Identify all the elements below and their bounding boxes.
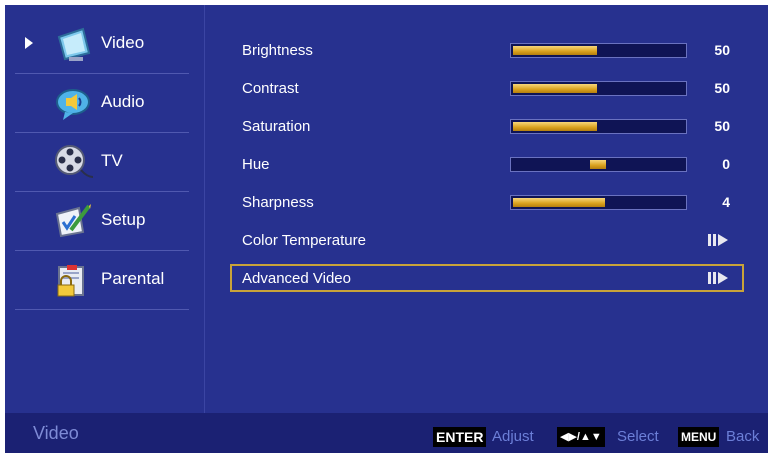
setting-label: Advanced Video bbox=[242, 270, 351, 287]
sidebar-item-label: Setup bbox=[101, 210, 146, 229]
menu-key-badge: MENU bbox=[678, 427, 720, 447]
sidebar-item-label: TV bbox=[101, 151, 123, 170]
submenu-arrow-icon bbox=[708, 234, 728, 246]
slider-fill bbox=[513, 46, 597, 55]
setting-value: 4 bbox=[722, 194, 730, 210]
setting-row-color-temperature[interactable]: Color Temperature bbox=[230, 226, 744, 254]
slider-fill bbox=[513, 84, 597, 93]
sidebar: Video Audio TV Setup Parental bbox=[5, 5, 205, 413]
setting-label: Contrast bbox=[242, 80, 299, 97]
audio-icon bbox=[56, 89, 90, 120]
setting-value: 50 bbox=[714, 118, 730, 134]
setting-label: Saturation bbox=[242, 118, 311, 135]
setting-row-sharpness[interactable]: Sharpness 4 bbox=[230, 188, 744, 216]
contrast-slider[interactable] bbox=[510, 81, 687, 96]
brightness-slider[interactable] bbox=[510, 43, 687, 58]
setting-label: Hue bbox=[242, 156, 270, 173]
setting-row-saturation[interactable]: Saturation 50 bbox=[230, 112, 744, 140]
hue-slider[interactable] bbox=[510, 157, 687, 172]
video-icon bbox=[57, 27, 91, 61]
navigation-keys-badge: ◀▶/▲▼ bbox=[557, 427, 605, 447]
sidebar-item-setup[interactable]: Setup bbox=[15, 192, 189, 251]
slider-fill bbox=[513, 198, 605, 207]
tv-reel-icon bbox=[55, 145, 93, 178]
sidebar-item-label: Parental bbox=[101, 269, 165, 288]
saturation-slider[interactable] bbox=[510, 119, 687, 134]
select-action-label: Select bbox=[617, 428, 659, 445]
enter-key-badge: ENTER bbox=[433, 427, 487, 447]
menu-action-label: Back bbox=[726, 428, 760, 445]
sidebar-item-parental[interactable]: Parental bbox=[15, 251, 189, 310]
setting-row-advanced-video[interactable]: Advanced Video bbox=[230, 264, 744, 292]
status-bar: Video ENTER Adjust ◀▶/▲▼ Select MENU Bac… bbox=[5, 413, 768, 453]
sidebar-item-video[interactable]: Video bbox=[15, 15, 189, 74]
sharpness-slider[interactable] bbox=[510, 195, 687, 210]
setting-row-hue[interactable]: Hue 0 bbox=[230, 150, 744, 178]
sidebar-item-tv[interactable]: TV bbox=[15, 133, 189, 192]
setup-icon bbox=[55, 204, 91, 238]
setting-row-contrast[interactable]: Contrast 50 bbox=[230, 74, 744, 102]
sidebar-item-label: Video bbox=[101, 33, 145, 52]
setting-label: Brightness bbox=[242, 42, 313, 59]
tv-menu-screen: Video Audio TV Setup Parental Brightness… bbox=[5, 5, 768, 453]
selected-arrow-icon bbox=[25, 37, 33, 49]
slider-fill bbox=[513, 122, 597, 131]
setting-row-brightness[interactable]: Brightness 50 bbox=[230, 36, 744, 64]
slider-thumb bbox=[590, 160, 606, 169]
parental-lock-icon bbox=[57, 265, 84, 297]
setting-label: Color Temperature bbox=[242, 232, 366, 249]
enter-action-label: Adjust bbox=[492, 428, 534, 445]
submenu-arrow-icon bbox=[708, 272, 728, 284]
setting-value: 50 bbox=[714, 42, 730, 58]
sidebar-item-label: Audio bbox=[101, 92, 145, 111]
setting-value: 50 bbox=[714, 80, 730, 96]
setting-label: Sharpness bbox=[242, 194, 314, 211]
sidebar-item-audio[interactable]: Audio bbox=[15, 74, 189, 133]
setting-value: 0 bbox=[722, 156, 730, 172]
status-title: Video bbox=[33, 423, 79, 443]
